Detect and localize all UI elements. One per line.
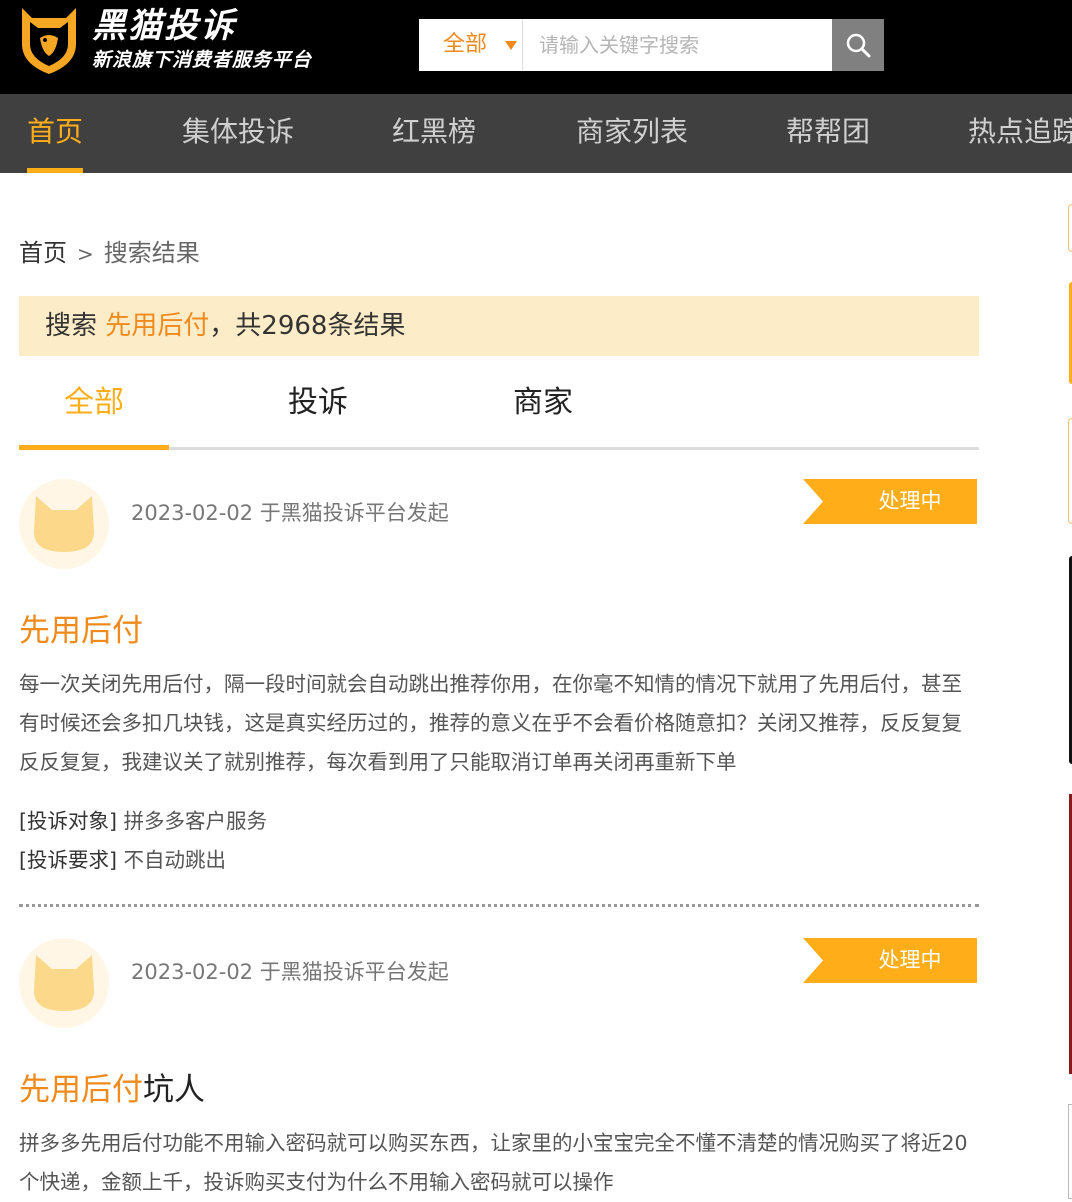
title-rest: 坑人	[143, 1072, 205, 1108]
complaint-meta: 2023-02-02 于黑猫投诉平台发起	[131, 501, 449, 525]
main-nav: 首页 集体投诉 红黑榜 商家列表 帮帮团 热点追踪	[0, 94, 1072, 173]
title-keyword: 先用后付	[19, 1072, 143, 1108]
avatar	[19, 479, 109, 569]
tab-merchants[interactable]: 商家	[468, 372, 618, 450]
status-label: 处理中	[878, 948, 942, 972]
search-bar: 全部	[419, 19, 884, 71]
status-badge: 处理中	[803, 479, 977, 524]
complaint-body: 拼多多先用后付功能不用输入密码就可以购买东西，让家里的小宝宝完全不懂不清楚的情况…	[19, 1131, 968, 1194]
top-header: 黑猫投诉 新浪旗下消费者服务平台 全部	[0, 0, 1072, 94]
complaint-title[interactable]: 先用后付	[19, 605, 143, 650]
black-cat-logo[interactable]	[18, 4, 80, 76]
nav-item-help-group[interactable]: 帮帮团	[786, 94, 870, 173]
search-scope-label: 全部	[443, 32, 488, 57]
search-result-summary: 搜索 先用后付，共2968条结果	[19, 296, 979, 356]
complaint-body: 每一次关闭先用后付，隔一段时间就会自动跳出推荐你用，在你毫不知情的情况下就用了先…	[19, 672, 962, 774]
search-button[interactable]	[832, 19, 884, 71]
complaint-target: [投诉对象] 拼多多客户服务	[19, 804, 267, 834]
nav-item-hot-tracking[interactable]: 热点追踪	[968, 94, 1072, 173]
complaint-card: 2023-02-02 于黑猫投诉平台发起 处理中 先用后付 每一次关闭先用后付，…	[19, 479, 979, 909]
title-keyword: 先用后付	[19, 613, 143, 649]
status-badge: 处理中	[803, 938, 977, 983]
target-label: [投诉对象]	[19, 809, 117, 833]
search-scope-dropdown[interactable]: 全部	[419, 19, 523, 71]
breadcrumb-home[interactable]: 首页	[19, 239, 67, 267]
demand-value: 不自动跳出	[123, 848, 227, 872]
side-float-button[interactable]	[1068, 204, 1072, 252]
result-prefix: 搜索	[45, 311, 106, 341]
tab-all[interactable]: 全部	[19, 372, 169, 450]
complaint-title[interactable]: 先用后付坑人	[19, 1064, 205, 1109]
brand-subtitle: 新浪旗下消费者服务平台	[92, 49, 313, 71]
complaint-meta: 2023-02-02 于黑猫投诉平台发起	[131, 960, 449, 984]
nav-item-group-complaints[interactable]: 集体投诉	[182, 94, 294, 173]
brand-title: 黑猫投诉	[92, 6, 236, 46]
side-float-button[interactable]	[1068, 418, 1072, 524]
complaint-card: 2023-02-02 于黑猫投诉平台发起 处理中 先用后付坑人 拼多多先用后付功…	[19, 938, 979, 1197]
card-divider	[19, 904, 979, 907]
status-label: 处理中	[878, 489, 942, 513]
result-keyword: 先用后付	[105, 311, 210, 341]
cat-avatar-icon	[34, 955, 94, 1011]
caret-down-icon	[505, 41, 517, 50]
side-float-button[interactable]	[1068, 1104, 1072, 1199]
tab-complaints[interactable]: 投诉	[243, 372, 393, 450]
complaint-demand: [投诉要求] 不自动跳出	[19, 843, 226, 873]
demand-label: [投诉要求]	[19, 848, 117, 872]
result-tabs: 全部 投诉 商家	[19, 372, 979, 450]
search-input[interactable]	[523, 19, 832, 71]
result-count: ，共2968条结果	[209, 311, 406, 341]
nav-item-red-black-list[interactable]: 红黑榜	[392, 94, 476, 173]
nav-item-merchant-list[interactable]: 商家列表	[576, 94, 688, 173]
breadcrumb-current: 搜索结果	[103, 239, 200, 267]
target-value: 拼多多客户服务	[123, 809, 268, 833]
avatar	[19, 938, 109, 1028]
breadcrumb-separator: >	[77, 242, 94, 266]
breadcrumb: 首页 > 搜索结果	[19, 233, 200, 268]
search-icon	[846, 33, 871, 58]
cat-avatar-icon	[34, 496, 94, 552]
nav-item-home[interactable]: 首页	[27, 94, 84, 173]
